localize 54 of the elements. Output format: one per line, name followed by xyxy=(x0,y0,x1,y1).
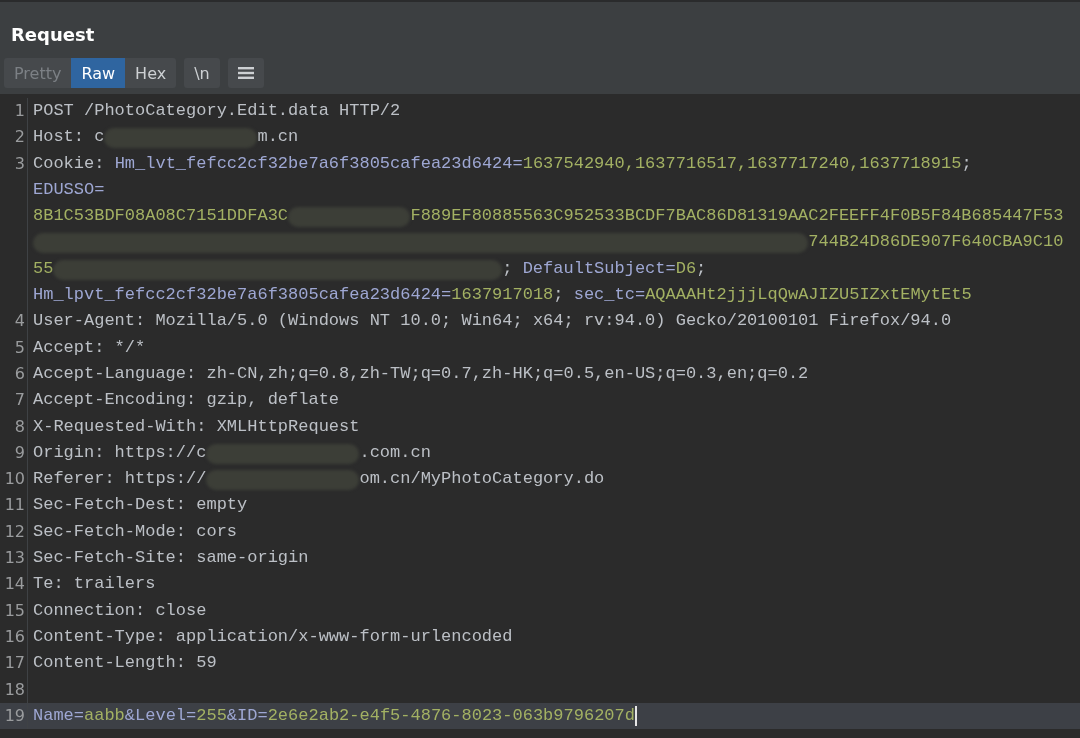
code-text: Hm_lpvt_fefcc2cf32be7a6f3805cafea23d6424=1637917018; sec_tc=AQAAAHt2jjjLqQwAJIZU5IZxtEMytEt5 xyxy=(33,284,972,307)
line-number: 6 xyxy=(14,362,26,385)
code-text: Referer: https:// xyxy=(33,468,207,491)
code-text: 8B1C53BDF08A08C7151DDFA3C xyxy=(33,205,289,228)
code-text: EDUSSO= xyxy=(33,178,105,201)
text-cursor xyxy=(634,705,637,726)
code-text: Sec-Fetch-Dest: empty xyxy=(33,494,248,517)
code-text: ; DefaultSubject=D6; xyxy=(502,257,707,280)
line-number: 18 xyxy=(4,678,26,701)
code-text: Te: trailers xyxy=(33,573,156,596)
code-text: Accept: */* xyxy=(33,336,146,359)
code-text: Accept-Encoding: gzip, deflate xyxy=(33,389,340,412)
code-text: Host: c xyxy=(33,126,105,149)
code-text: User-Agent: Mozilla/5.0 (Windows NT 10.0; Win64; x64; rv:94.0) Gecko/20100101 Firefox/94.0 xyxy=(33,310,952,333)
code-text: Cookie: Hm_lvt_fefcc2cf32be7a6f3805cafea23d6424=1637542940,1637716517,1637717240,1637718915; xyxy=(33,152,972,175)
view-tab[interactable]: Hex xyxy=(125,58,177,88)
code-text: POST /PhotoCategory.Edit.data HTTP/2 xyxy=(33,100,401,122)
line-number: 5 xyxy=(14,336,26,359)
code-text: X-Requested-With: XMLHttpRequest xyxy=(33,415,360,438)
code-text: .com.cn xyxy=(359,441,431,464)
code-text: m.cn xyxy=(257,126,299,149)
line-number: 19 xyxy=(4,704,26,727)
code-text: Connection: close xyxy=(33,599,207,622)
panel-title: Request xyxy=(11,24,95,47)
code-text: Sec-Fetch-Site: same-origin xyxy=(33,547,309,570)
line-number: 3 xyxy=(14,152,26,175)
menu-icon xyxy=(237,66,254,80)
line-number: 16 xyxy=(4,625,26,648)
code-text: Sec-Fetch-Mode: cors xyxy=(33,520,238,543)
code-text: 55 xyxy=(33,257,54,280)
line-number: 7 xyxy=(14,389,26,412)
line-number: 11 xyxy=(4,494,26,517)
line-number: 13 xyxy=(4,547,26,570)
line-number: 1 xyxy=(14,100,26,122)
line-number: 12 xyxy=(4,520,26,543)
code-text: Accept-Language: zh-CN,zh;q=0.8,zh-TW;q=0.7,zh-HK;q=0.5,en-US;q=0.3,en;q=0.2 xyxy=(33,362,809,385)
line-number: 8 xyxy=(14,415,26,438)
code-text: 744B24D86DE907F640CBA9C10 xyxy=(808,231,1064,254)
line-number: 17 xyxy=(4,652,26,675)
code-text: om.cn/MyPhotoCategory.do xyxy=(359,468,605,491)
code-text: Content-Type: application/x-www-form-urlencoded xyxy=(33,625,513,648)
view-tab[interactable]: Raw xyxy=(71,58,126,88)
line-number: 14 xyxy=(4,573,26,596)
line-number: 15 xyxy=(4,599,26,622)
newline-toggle-button[interactable]: \n xyxy=(184,58,220,88)
line-number: 4 xyxy=(14,310,26,333)
code-text: Name=aabb&Level=255&ID=2e6e2ab2-e4f5-4876-8023-063b9796207d xyxy=(33,704,635,727)
line-number: 9 xyxy=(14,441,26,464)
code-text: Origin: https://c xyxy=(33,441,207,464)
code-text: Content-Length: 59 xyxy=(33,652,217,675)
line-number: 10 xyxy=(4,468,26,491)
menu-button[interactable] xyxy=(227,58,264,88)
code-text: F889EF80885563C952533BCDF7BAC86D81319AAC2FEEFF4F0B5F84B685447F53 xyxy=(410,205,1064,228)
line-number: 2 xyxy=(14,126,26,149)
